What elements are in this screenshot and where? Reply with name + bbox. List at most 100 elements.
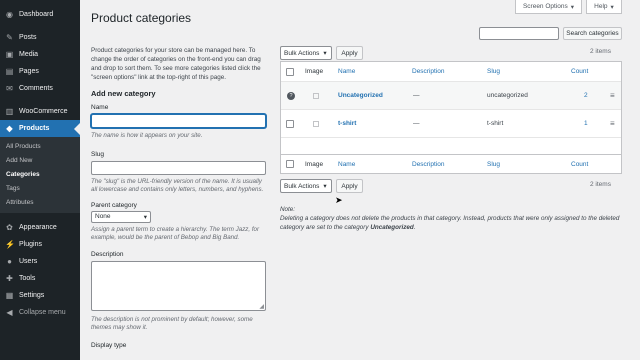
users-icon: ●	[7, 257, 12, 266]
description-textarea[interactable]: ◢	[91, 260, 266, 311]
tools-icon: ✚	[6, 274, 13, 283]
item-count-bottom: 2 items	[590, 181, 611, 188]
resize-handle-icon[interactable]: ◢	[259, 303, 264, 310]
sidebar-item-label: Users	[19, 258, 38, 265]
apply-button-bottom[interactable]: Apply	[336, 179, 363, 193]
sidebar-item-products[interactable]: ◆ Products	[0, 120, 80, 137]
active-indicator	[74, 123, 80, 135]
item-count-top: 2 items	[590, 48, 611, 55]
select-all-checkbox-footer[interactable]	[286, 160, 294, 168]
sidebar-item-tools[interactable]: ✚ Tools	[0, 270, 80, 287]
sidebar-item-appearance[interactable]: ✿ Appearance	[0, 219, 80, 236]
dashboard-icon: ◉	[6, 10, 13, 19]
column-count[interactable]: Count	[571, 68, 588, 75]
page-title: Product categories	[91, 11, 192, 25]
chevron-down-icon: ▾	[323, 183, 327, 190]
help-button[interactable]: Help ▾	[586, 0, 622, 14]
sidebar-item-label: Collapse menu	[19, 309, 66, 316]
submenu-attributes[interactable]: Attributes	[0, 196, 80, 210]
plugins-icon: ⚡	[5, 240, 15, 249]
placeholder-image-icon	[313, 92, 319, 99]
column-image-footer: Image	[305, 160, 324, 168]
drag-handle-icon[interactable]: ≡	[610, 91, 615, 100]
bulk-actions-select-top[interactable]: Bulk Actions ▾	[280, 46, 332, 60]
appearance-icon: ✿	[6, 223, 13, 232]
column-slug-footer[interactable]: Slug	[487, 161, 500, 168]
note-text: Deleting a category does not delete the …	[280, 215, 620, 231]
sidebar-item-label: Settings	[19, 292, 45, 299]
sidebar-item-media[interactable]: ▣ Media	[0, 46, 80, 63]
screen-options-label: Screen Options	[522, 3, 568, 10]
select-all-checkbox[interactable]	[286, 67, 294, 76]
column-name-footer[interactable]: Name	[338, 161, 355, 168]
description-help: The description is not prominent by defa…	[91, 315, 253, 332]
name-input[interactable]	[91, 114, 266, 128]
submenu-categories[interactable]: Categories	[0, 168, 80, 182]
table-row: t-shirt — t-shirt 1 ≡	[281, 110, 621, 138]
help-icon[interactable]: ?	[287, 91, 295, 100]
column-description[interactable]: Description	[412, 68, 445, 75]
note-end: .	[413, 224, 416, 231]
category-count-link[interactable]: 2	[584, 92, 588, 99]
category-description: —	[413, 92, 420, 99]
sidebar-item-posts[interactable]: ✎ Posts	[0, 29, 80, 46]
screen-options-button[interactable]: Screen Options ▾	[515, 0, 582, 14]
slug-label: Slug	[91, 150, 105, 158]
parent-label: Parent category	[91, 201, 137, 209]
search-input[interactable]	[479, 27, 559, 40]
table-header: Image Name Description Slug Count	[281, 62, 621, 82]
column-description-footer[interactable]: Description	[412, 161, 445, 168]
slug-description: The "slug" is the URL-friendly version o…	[91, 177, 264, 194]
sidebar-item-label: Media	[19, 51, 39, 58]
column-slug[interactable]: Slug	[487, 68, 500, 75]
sidebar-item-users[interactable]: ● Users	[0, 253, 80, 270]
row-checkbox[interactable]	[286, 119, 294, 128]
caret-down-icon: ▾	[610, 3, 614, 11]
pin-icon: ✎	[6, 33, 13, 42]
sidebar-item-plugins[interactable]: ⚡ Plugins	[0, 236, 80, 253]
category-name-link[interactable]: Uncategorized	[338, 92, 383, 99]
sidebar-item-label: Posts	[19, 34, 37, 41]
sidebar-item-dashboard[interactable]: ◉ Dashboard	[0, 6, 80, 23]
submenu-tags[interactable]: Tags	[0, 182, 80, 196]
products-icon: ◆	[6, 124, 13, 133]
column-image: Image	[305, 68, 324, 75]
parent-select[interactable]: None ▾	[91, 210, 151, 223]
delete-note: Note: Deleting a category does not delet…	[280, 205, 630, 232]
sidebar-item-label: WooCommerce	[19, 108, 68, 115]
sidebar-item-pages[interactable]: ▤ Pages	[0, 63, 80, 80]
category-name-link[interactable]: t-shirt	[338, 120, 356, 127]
bulk-actions-select-bottom[interactable]: Bulk Actions ▾	[280, 179, 332, 193]
admin-sidebar: ◉ Dashboard ✎ Posts ▣ Media ▤ Pages ✉ Comment…	[0, 0, 80, 360]
submenu-add-new[interactable]: Add New	[0, 154, 80, 168]
column-name[interactable]: Name	[338, 68, 355, 75]
table-row: ? Uncategorized — uncategorized 2 ≡	[281, 82, 621, 110]
intro-text: Product categories for your store can be…	[91, 47, 261, 81]
chevron-down-icon: ▾	[323, 50, 327, 57]
bulk-actions-label: Bulk Actions	[284, 49, 320, 57]
drag-handle-icon[interactable]: ≡	[610, 119, 615, 128]
sidebar-item-woocommerce[interactable]: ▥ WooCommerce	[0, 103, 80, 120]
slug-input[interactable]	[91, 160, 266, 175]
apply-button-top[interactable]: Apply	[336, 46, 363, 60]
category-slug: uncategorized	[487, 92, 528, 99]
mouse-cursor-icon: ➤	[335, 195, 343, 205]
help-label: Help	[594, 3, 608, 10]
sidebar-item-settings[interactable]: ▦ Settings	[0, 287, 80, 304]
chevron-down-icon: ▾	[143, 213, 147, 221]
note-text-container: Deleting a category does not delete the …	[280, 214, 630, 232]
search-categories-button[interactable]: Search categories	[563, 27, 622, 40]
submenu-all-products[interactable]: All Products	[0, 140, 80, 154]
sidebar-item-comments[interactable]: ✉ Comments	[0, 80, 80, 97]
collapse-menu-button[interactable]: ◀ Collapse menu	[0, 304, 80, 321]
add-category-form: Product categories for your store can be…	[91, 46, 269, 349]
column-count-footer[interactable]: Count	[571, 161, 588, 168]
sidebar-item-label: Products	[19, 125, 50, 132]
note-emphasis: Uncategorized	[370, 224, 414, 231]
category-count-link[interactable]: 1	[584, 120, 588, 127]
comments-icon: ✉	[6, 84, 13, 93]
sidebar-item-label: Dashboard	[19, 11, 54, 18]
sidebar-item-label: Appearance	[19, 224, 57, 231]
collapse-icon: ◀	[6, 308, 13, 317]
media-icon: ▣	[5, 50, 14, 59]
